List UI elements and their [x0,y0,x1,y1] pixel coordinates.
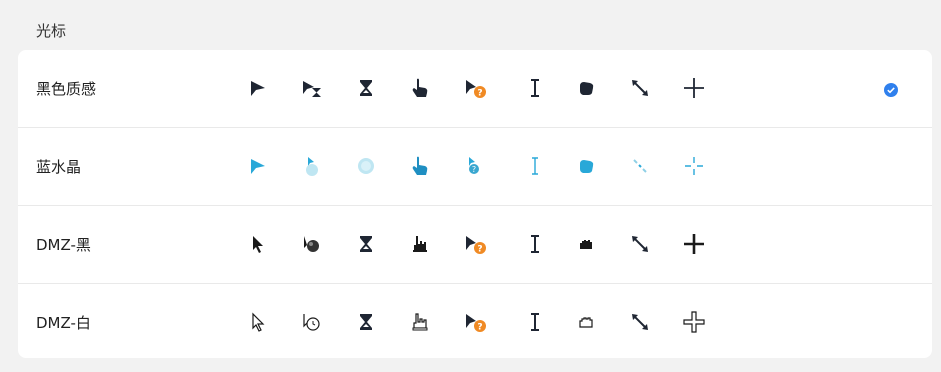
cursor-theme-row-black-texture[interactable]: 黑色质感 ? [18,50,932,127]
arrow-cursor-icon [246,154,270,178]
arrow-cursor-icon [246,76,270,100]
text-beam-cursor-icon [523,310,547,334]
resize-diagonal-cursor-icon [628,310,652,334]
hourglass-cursor-icon [354,76,378,100]
crosshair-cursor-icon [682,310,706,334]
text-beam-cursor-icon [523,76,547,100]
svg-text:?: ? [477,245,482,255]
panel-title: 光标 [36,22,67,40]
grab-cursor-icon [574,154,598,178]
text-beam-cursor-icon [523,154,547,178]
busy-arrow-cursor-icon [300,76,324,100]
cursor-theme-list: 黑色质感 ? 蓝水晶 ? DMZ-黑 ? DMZ-白 ? [18,50,932,358]
selected-check-icon [884,82,898,97]
help-cursor-icon: ? [464,232,488,256]
busy-cursor-icon [354,154,378,178]
hourglass-cursor-icon [354,232,378,256]
cursor-theme-row-blue-crystal[interactable]: 蓝水晶 ? [18,127,932,205]
crosshair-cursor-icon [682,154,706,178]
grab-cursor-icon [574,76,598,100]
resize-diagonal-cursor-icon [628,154,652,178]
hand-cursor-icon [408,76,432,100]
hand-cursor-icon [408,154,432,178]
arrow-cursor-icon [246,310,270,334]
svg-text:?: ? [477,89,482,99]
hand-cursor-icon [408,310,432,334]
help-cursor-icon: ? [464,154,488,178]
hourglass-cursor-icon [354,310,378,334]
crosshair-cursor-icon [682,232,706,256]
svg-text:?: ? [472,165,476,174]
grab-cursor-icon [574,310,598,334]
busy-arrow-cursor-icon [300,232,324,256]
resize-diagonal-cursor-icon [628,232,652,256]
grab-cursor-icon [574,232,598,256]
cursor-theme-row-dmz-white[interactable]: DMZ-白 ? [18,283,932,358]
arrow-cursor-icon [246,232,270,256]
cursor-theme-row-dmz-black[interactable]: DMZ-黑 ? [18,205,932,283]
hand-cursor-icon [408,232,432,256]
svg-text:?: ? [477,323,482,333]
help-cursor-icon: ? [464,76,488,100]
resize-diagonal-cursor-icon [628,76,652,100]
busy-arrow-cursor-icon [300,154,324,178]
text-beam-cursor-icon [523,232,547,256]
crosshair-cursor-icon [682,76,706,100]
busy-arrow-cursor-icon [300,310,324,334]
help-cursor-icon: ? [464,310,488,334]
